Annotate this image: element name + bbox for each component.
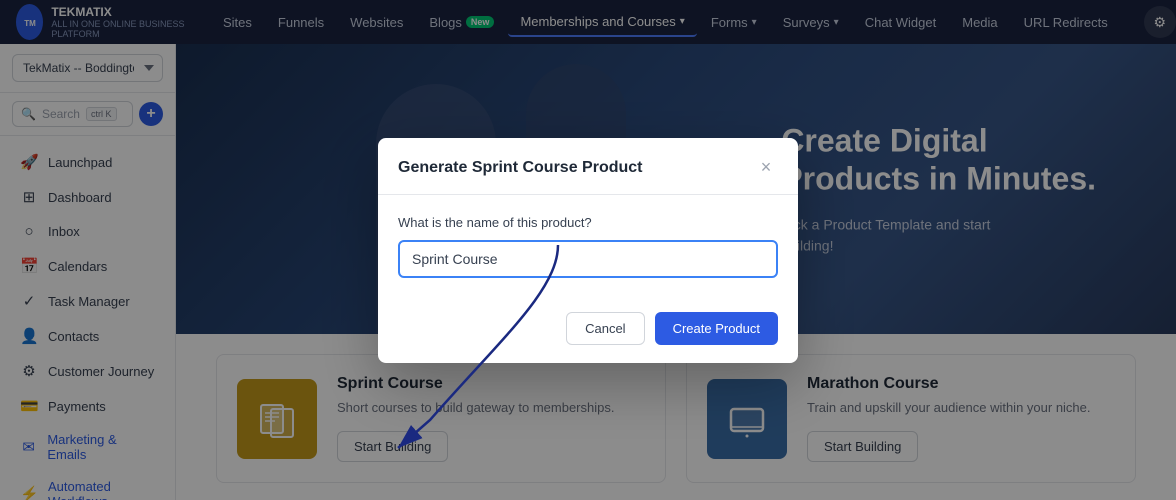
- generate-product-modal: Generate Sprint Course Product × What is…: [378, 138, 798, 363]
- modal-header: Generate Sprint Course Product ×: [378, 138, 798, 195]
- cancel-button[interactable]: Cancel: [566, 312, 644, 345]
- modal-body: What is the name of this product?: [378, 195, 798, 298]
- modal-title: Generate Sprint Course Product: [398, 159, 643, 177]
- modal-close-button[interactable]: ×: [754, 156, 778, 180]
- modal-overlay[interactable]: Generate Sprint Course Product × What is…: [0, 0, 1176, 500]
- create-product-button[interactable]: Create Product: [655, 312, 778, 345]
- product-name-input[interactable]: [398, 240, 778, 278]
- modal-question: What is the name of this product?: [398, 215, 778, 230]
- modal-footer: Cancel Create Product: [378, 298, 798, 363]
